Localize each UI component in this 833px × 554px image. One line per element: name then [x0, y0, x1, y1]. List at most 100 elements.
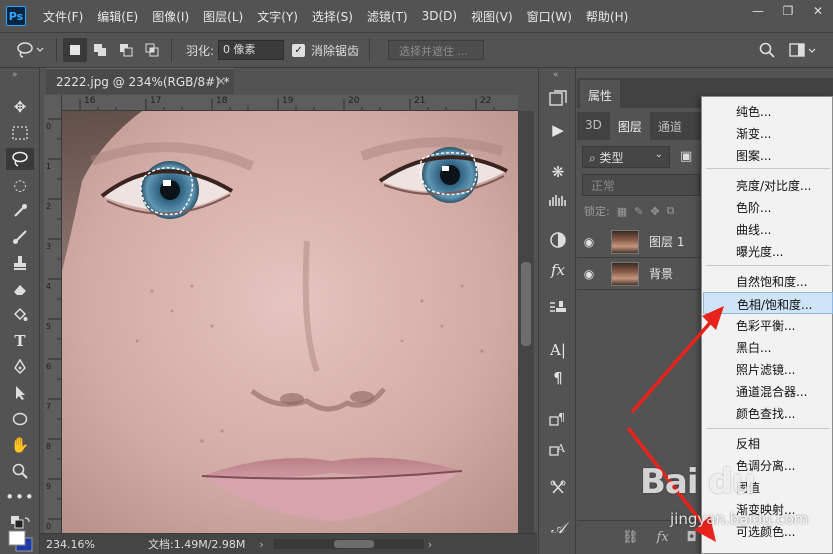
- restore-icon[interactable]: ❐: [773, 0, 803, 22]
- document-tab[interactable]: 2222.jpg @ 234%(RGB/8#) * ×: [46, 68, 234, 94]
- add-selection-icon[interactable]: [87, 38, 113, 62]
- layer-name[interactable]: 图层 1: [649, 233, 684, 250]
- zoom-level[interactable]: 234.16%: [46, 538, 98, 551]
- menu-item-gradient-map[interactable]: 渐变映射...: [703, 498, 833, 520]
- menu-item-hue-saturation[interactable]: 色相/饱和度...: [703, 292, 833, 314]
- scrollbar-thumb[interactable]: [333, 540, 374, 548]
- menu-help[interactable]: 帮助(H): [579, 8, 635, 25]
- menu-item-photo-filter[interactable]: 照片滤镜...: [703, 358, 833, 380]
- menu-item-solid-color[interactable]: 纯色...: [703, 100, 833, 122]
- horizontal-ruler[interactable]: 16 17 18 19 20 21 22: [62, 95, 518, 111]
- collapse-icon[interactable]: »: [12, 70, 18, 80]
- scrollbar-thumb[interactable]: [521, 262, 531, 346]
- tool-presets-icon[interactable]: [546, 476, 570, 500]
- type-tool-icon[interactable]: T: [6, 330, 34, 352]
- menu-item-color-balance[interactable]: 色彩平衡...: [703, 314, 833, 336]
- minimize-icon[interactable]: —: [743, 0, 773, 22]
- marquee-tool-icon[interactable]: [6, 122, 34, 144]
- lock-artboard-icon[interactable]: ⧉: [667, 204, 675, 218]
- tab-3d[interactable]: 3D: [577, 112, 610, 140]
- scroll-right-icon[interactable]: ›: [428, 538, 432, 551]
- eye-icon[interactable]: ◉: [577, 235, 601, 249]
- tab-layers[interactable]: 图层: [609, 112, 650, 140]
- vertical-ruler[interactable]: 0 1 2 3 4 5 6 7 8 9 0: [44, 95, 62, 533]
- search-icon[interactable]: [757, 38, 777, 62]
- brush-tool-icon[interactable]: [6, 226, 34, 248]
- zoom-tool-icon[interactable]: [6, 460, 34, 482]
- clone-source-icon[interactable]: [546, 296, 570, 320]
- link-layers-icon[interactable]: ⛓: [622, 530, 639, 545]
- pen-tool-icon[interactable]: [6, 356, 34, 378]
- lock-paint-icon[interactable]: ✎: [634, 205, 643, 218]
- subtract-selection-icon[interactable]: [113, 38, 139, 62]
- menu-view[interactable]: 视图(V): [464, 8, 520, 25]
- new-selection-icon[interactable]: [63, 38, 87, 62]
- menu-filter[interactable]: 滤镜(T): [360, 8, 415, 25]
- paint-bucket-tool-icon[interactable]: [6, 304, 34, 326]
- tab-channels[interactable]: 通道: [650, 112, 690, 140]
- menu-select[interactable]: 选择(S): [305, 8, 360, 25]
- paragraph-styles-icon[interactable]: ¶: [546, 406, 570, 430]
- menu-item-exposure[interactable]: 曝光度...: [703, 240, 833, 262]
- layer-mask-icon[interactable]: ◘: [687, 530, 697, 545]
- menu-item-threshold[interactable]: 阈值: [703, 476, 833, 498]
- character-styles-icon[interactable]: A: [546, 436, 570, 460]
- glyphs-icon[interactable]: 𝒜: [546, 516, 570, 540]
- collapse-icon[interactable]: «: [553, 70, 559, 80]
- eyedropper-tool-icon[interactable]: [6, 200, 34, 222]
- eraser-tool-icon[interactable]: [6, 278, 34, 300]
- workspace-icon[interactable]: [788, 38, 818, 62]
- quick-selection-tool-icon[interactable]: ◌: [6, 174, 34, 196]
- lock-transparent-icon[interactable]: ▦: [617, 205, 627, 218]
- menu-edit[interactable]: 编辑(E): [90, 8, 145, 25]
- layer-name[interactable]: 背景: [649, 265, 673, 282]
- menu-item-gradient[interactable]: 渐变...: [703, 122, 833, 144]
- menu-item-channel-mixer[interactable]: 通道混合器...: [703, 380, 833, 402]
- layer-filter-select[interactable]: ⌕ 类型 ⌄: [582, 146, 670, 168]
- path-selection-tool-icon[interactable]: [6, 382, 34, 404]
- menu-item-invert[interactable]: 反相: [703, 432, 833, 454]
- menu-type[interactable]: 文字(Y): [250, 8, 305, 25]
- menu-layer[interactable]: 图层(L): [196, 8, 250, 25]
- hand-tool-icon[interactable]: ✋: [6, 434, 34, 456]
- history-icon[interactable]: [546, 86, 570, 110]
- move-tool-icon[interactable]: ✥: [6, 96, 34, 118]
- menu-3d[interactable]: 3D(D): [415, 9, 464, 23]
- paragraph-icon[interactable]: ¶: [546, 366, 570, 390]
- styles-icon[interactable]: fx: [546, 258, 570, 282]
- menu-image[interactable]: 图像(I): [145, 8, 196, 25]
- foreground-background-color-icon[interactable]: [8, 530, 34, 552]
- ellipse-tool-icon[interactable]: [6, 408, 34, 430]
- menu-item-color-lookup[interactable]: 颜色查找...: [703, 402, 833, 424]
- eye-icon[interactable]: ◉: [577, 267, 601, 281]
- close-icon[interactable]: ✕: [803, 0, 833, 22]
- menu-item-brightness-contrast[interactable]: 亮度/对比度...: [703, 174, 833, 196]
- brushes-icon[interactable]: [546, 188, 570, 212]
- status-menu-icon[interactable]: ›: [259, 538, 263, 551]
- menu-file[interactable]: 文件(F): [36, 8, 90, 25]
- feather-input[interactable]: 0 像素: [218, 40, 285, 60]
- character-icon[interactable]: A|: [546, 338, 570, 362]
- menu-item-posterize[interactable]: 色调分离...: [703, 454, 833, 476]
- brush-settings-icon[interactable]: ❋: [546, 160, 570, 184]
- layer-style-icon[interactable]: fx: [657, 530, 669, 545]
- close-icon[interactable]: ×: [216, 74, 226, 88]
- stamp-tool-icon[interactable]: [6, 252, 34, 274]
- tab-properties[interactable]: 属性: [580, 80, 620, 108]
- menu-item-black-white[interactable]: 黑白...: [703, 336, 833, 358]
- menu-item-levels[interactable]: 色阶...: [703, 196, 833, 218]
- lasso-preset-icon[interactable]: [10, 38, 50, 62]
- antialias-checkbox[interactable]: ✓: [292, 43, 306, 57]
- actions-play-icon[interactable]: ▶: [546, 118, 570, 142]
- menu-item-selective-color[interactable]: 可选颜色...: [703, 520, 833, 542]
- document-canvas[interactable]: [62, 111, 518, 533]
- menu-item-curves[interactable]: 曲线...: [703, 218, 833, 240]
- select-and-mask-button[interactable]: 选择并遮住 ...: [388, 40, 485, 60]
- intersect-selection-icon[interactable]: [139, 38, 165, 62]
- menu-item-vibrance[interactable]: 自然饱和度...: [703, 270, 833, 292]
- menu-item-pattern[interactable]: 图案...: [703, 144, 833, 166]
- lasso-tool-icon[interactable]: [6, 148, 34, 170]
- lock-position-icon[interactable]: ✥: [650, 205, 659, 218]
- more-tools-icon[interactable]: •••: [5, 486, 34, 508]
- horizontal-scrollbar[interactable]: [273, 539, 424, 549]
